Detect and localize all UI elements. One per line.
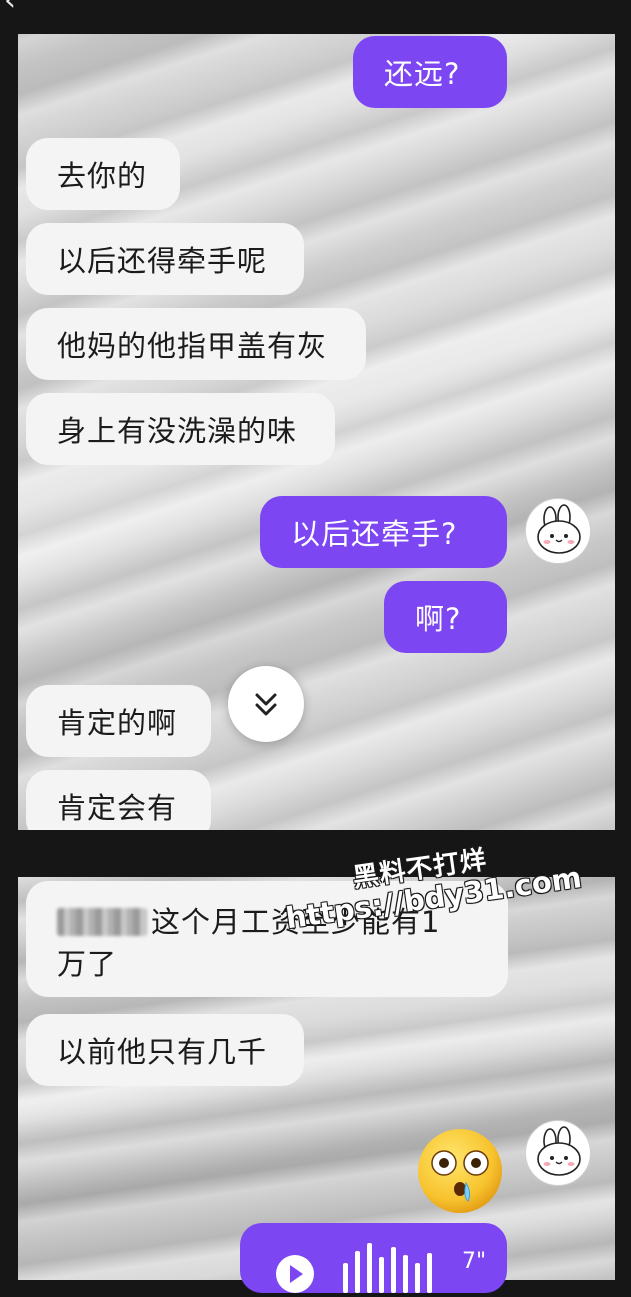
voice-message-bubble[interactable]: 7" xyxy=(240,1223,507,1293)
message-bubble-received[interactable]: 他妈的他指甲盖有灰 xyxy=(26,308,366,380)
message-text: 还远? xyxy=(384,57,461,91)
chat-screenshot-2: 这个月工资至少能有1 万了 以前他只有几千 xyxy=(18,877,615,1280)
message-bubble-received[interactable]: 以后还得牵手呢 xyxy=(26,223,304,295)
message-text: 去你的 xyxy=(57,159,148,193)
message-bubble-sent[interactable]: 以后还牵手? xyxy=(260,496,507,568)
voice-duration: 7" xyxy=(462,1249,487,1274)
message-text: 以后还牵手? xyxy=(291,517,458,551)
message-bubble-received[interactable]: 这个月工资至少能有1 万了 xyxy=(26,881,508,997)
bunny-avatar-icon[interactable] xyxy=(525,1120,591,1186)
message-bubble-received[interactable]: 肯定会有 xyxy=(26,770,211,830)
double-chevron-down-icon xyxy=(255,693,277,716)
message-bubble-sent[interactable]: 啊? xyxy=(384,581,507,653)
message-bubble-received[interactable]: 以前他只有几千 xyxy=(26,1014,304,1086)
voice-waveform-icon xyxy=(276,1243,432,1293)
bunny-avatar-icon[interactable] xyxy=(525,498,591,564)
message-line-1: 这个月工资至少能有1 xyxy=(151,905,441,939)
message-text: 身上有没洗澡的味 xyxy=(57,414,298,448)
message-text: 以前他只有几千 xyxy=(57,1035,268,1069)
message-bubble-received[interactable]: 肯定的啊 xyxy=(26,685,211,757)
message-text: 肯定会有 xyxy=(57,791,178,825)
redacted-name xyxy=(57,908,147,936)
back-arrow-icon[interactable]: ‹ xyxy=(4,0,16,16)
message-bubble-received[interactable]: 身上有没洗澡的味 xyxy=(26,393,335,465)
top-bar: ‹ xyxy=(0,0,631,34)
shocked-crying-emoji-icon[interactable] xyxy=(414,1125,506,1217)
message-text: 他妈的他指甲盖有灰 xyxy=(57,329,328,363)
message-bubble-received[interactable]: 去你的 xyxy=(26,138,180,210)
message-bubble-sent[interactable]: 还远? xyxy=(353,36,507,108)
message-text: 肯定的啊 xyxy=(57,706,178,740)
message-text: 这个月工资至少能有1 万了 xyxy=(57,901,440,985)
message-text: 啊? xyxy=(415,602,462,636)
message-line-2: 万了 xyxy=(57,947,118,981)
chat-screenshot-1: 还远? 去你的 以后还得牵手呢 他妈的他指甲盖有灰 身上有没洗澡的味 以后还牵手… xyxy=(18,34,615,830)
scroll-to-bottom-button[interactable] xyxy=(228,666,304,742)
message-text: 以后还得牵手呢 xyxy=(57,244,268,278)
